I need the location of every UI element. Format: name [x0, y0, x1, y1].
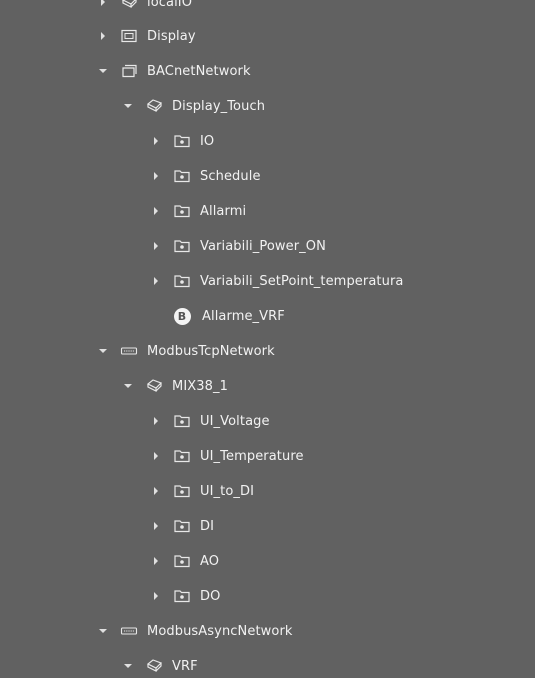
tree-item-label: Variabili_Power_ON [200, 238, 326, 254]
device-icon [145, 657, 163, 675]
caret-right-icon[interactable] [151, 556, 161, 566]
caret-right-icon[interactable] [151, 521, 161, 531]
tree-item-label: DI [200, 518, 215, 534]
binary-badge: B [173, 307, 191, 325]
modbus-network-icon [120, 622, 138, 640]
folder-icon [173, 167, 191, 185]
tree-item-display[interactable]: Display [98, 24, 196, 48]
navigation-tree: localIO Display BACnetNetwork Display_To… [0, 0, 535, 678]
caret-right-icon[interactable] [151, 591, 161, 601]
caret-right-icon[interactable] [98, 31, 108, 41]
tree-item-label: UI_Temperature [200, 448, 304, 464]
network-icon [120, 62, 138, 80]
tree-item-label: DO [200, 588, 221, 604]
tree-item-io[interactable]: IO [151, 129, 214, 153]
caret-right-icon[interactable] [151, 136, 161, 146]
caret-down-icon[interactable] [98, 626, 108, 636]
tree-item-display-touch[interactable]: Display_Touch [123, 94, 265, 118]
tree-item-do[interactable]: DO [151, 584, 220, 608]
folder-icon [173, 447, 191, 465]
folder-icon [173, 132, 191, 150]
tree-item-ui-voltage[interactable]: UI_Voltage [151, 409, 270, 433]
caret-right-icon[interactable] [151, 276, 161, 286]
tree-item-variabili-setpoint-temperatura[interactable]: Variabili_SetPoint_temperatura [151, 269, 403, 293]
caret-right-icon[interactable] [151, 416, 161, 426]
binary-point-icon: B [173, 307, 191, 325]
caret-down-icon[interactable] [123, 661, 133, 671]
tree-item-allarmi[interactable]: Allarmi [151, 199, 246, 223]
tree-item-vrf[interactable]: VRF [123, 654, 198, 678]
modbus-network-icon [120, 342, 138, 360]
tree-item-label: IO [200, 133, 215, 149]
tree-item-label: UI_to_DI [200, 483, 255, 499]
caret-down-icon[interactable] [98, 346, 108, 356]
tree-item-label: Variabili_SetPoint_temperatura [200, 273, 404, 289]
display-icon [120, 27, 138, 45]
folder-icon [173, 237, 191, 255]
tree-item-di[interactable]: DI [151, 514, 214, 538]
tree-item-label: MIX38_1 [172, 378, 228, 394]
tree-item-ui-to-di[interactable]: UI_to_DI [151, 479, 254, 503]
tree-item-label: Schedule [200, 168, 261, 184]
folder-icon [173, 482, 191, 500]
tree-item-label: Display_Touch [172, 98, 266, 114]
device-icon [145, 97, 163, 115]
tree-item-mix38-1[interactable]: MIX38_1 [123, 374, 228, 398]
tree-item-ao[interactable]: AO [151, 549, 219, 573]
tree-item-bacnet-network[interactable]: BACnetNetwork [98, 59, 251, 83]
caret-down-icon[interactable] [123, 381, 133, 391]
folder-icon [173, 552, 191, 570]
caret-right-icon[interactable] [98, 0, 108, 7]
folder-icon [173, 517, 191, 535]
device-icon [145, 377, 163, 395]
tree-item-label: Allarme_VRF [202, 308, 285, 324]
caret-right-icon[interactable] [151, 451, 161, 461]
caret-right-icon[interactable] [151, 171, 161, 181]
folder-icon [173, 587, 191, 605]
device-icon [120, 0, 138, 11]
folder-icon [173, 202, 191, 220]
tree-item-label: ModbusTcpNetwork [147, 343, 275, 359]
caret-down-icon[interactable] [98, 66, 108, 76]
caret-right-icon[interactable] [151, 241, 161, 251]
tree-item-label: Display [147, 28, 196, 44]
tree-item-ui-temperature[interactable]: UI_Temperature [151, 444, 304, 468]
tree-item-label: BACnetNetwork [147, 63, 251, 79]
tree-item-label: AO [200, 553, 220, 569]
caret-right-icon[interactable] [151, 206, 161, 216]
folder-icon [173, 272, 191, 290]
tree-item-label: ModbusAsyncNetwork [147, 623, 293, 639]
tree-item-modbus-async-network[interactable]: ModbusAsyncNetwork [98, 619, 293, 643]
tree-item-label: UI_Voltage [200, 413, 270, 429]
tree-item-variabili-power-on[interactable]: Variabili_Power_ON [151, 234, 326, 258]
tree-item-modbus-tcp-network[interactable]: ModbusTcpNetwork [98, 339, 275, 363]
tree-item-label: Allarmi [200, 203, 247, 219]
tree-item-local-io[interactable]: localIO [98, 0, 192, 14]
tree-item-allarme-vrf[interactable]: B Allarme_VRF [173, 304, 285, 328]
caret-down-icon[interactable] [123, 101, 133, 111]
tree-item-label: VRF [172, 658, 198, 674]
folder-icon [173, 412, 191, 430]
caret-right-icon[interactable] [151, 486, 161, 496]
tree-item-schedule[interactable]: Schedule [151, 164, 261, 188]
tree-item-label: localIO [147, 0, 193, 10]
